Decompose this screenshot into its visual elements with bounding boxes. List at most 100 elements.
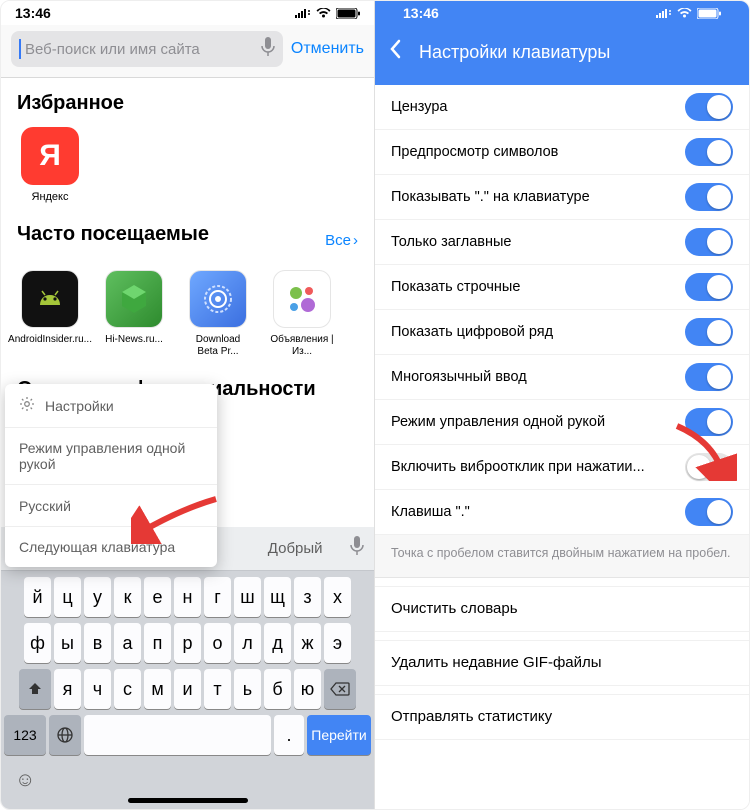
toggle-switch[interactable] [685,498,733,526]
status-time: 13:46 [15,5,51,21]
setting-row: Режим управления одной рукой [375,400,749,445]
key-е[interactable]: е [144,577,171,617]
keyboard-mic-icon[interactable] [346,536,368,561]
globe-key[interactable] [49,715,81,755]
chevron-right-icon: › [353,232,358,249]
key-ж[interactable]: ж [294,623,321,663]
key-г[interactable]: г [204,577,231,617]
go-key[interactable]: Перейти [307,715,371,755]
frequent-all-link[interactable]: Все › [325,232,358,249]
key-а[interactable]: а [114,623,141,663]
key-ц[interactable]: ц [54,577,81,617]
frequent-section: Часто посещаемые Все › AndroidInsider.ru… [1,209,374,364]
popup-settings[interactable]: Настройки [5,384,217,428]
key-ю[interactable]: ю [294,669,321,709]
popup-item-label: Режим управления одной рукой [19,440,203,472]
key-к[interactable]: к [114,577,141,617]
key-б[interactable]: б [264,669,291,709]
space-key[interactable] [84,715,271,755]
setting-row: Многоязычный ввод [375,355,749,400]
popup-next-keyboard[interactable]: Следующая клавиатура [5,527,217,567]
keyboard: с Добрый йцукенгшщзх фывапролджэ ячсмить… [1,527,374,810]
mic-icon[interactable] [261,37,275,61]
status-bar: 13:46 [1,1,374,25]
key-я[interactable]: я [54,669,81,709]
setting-label: Показать цифровой ряд [391,324,553,340]
key-ч[interactable]: ч [84,669,111,709]
key-р[interactable]: р [174,623,201,663]
dot-key[interactable]: . [274,715,304,755]
cellular-icon [656,8,672,18]
key-н[interactable]: н [174,577,201,617]
action-row[interactable]: Отправлять статистику [375,694,749,740]
key-т[interactable]: т [204,669,231,709]
key-у[interactable]: у [84,577,111,617]
check-icon: ✓ [191,497,203,514]
toggle-switch[interactable] [685,273,733,301]
battery-icon [336,8,360,19]
setting-row: Предпросмотр символов [375,130,749,175]
status-icons [295,8,360,19]
numbers-key[interactable]: 123 [4,715,46,755]
frequent-item[interactable]: Объявления | Из... [269,270,335,358]
setting-row: Показать строчные [375,265,749,310]
key-п[interactable]: п [144,623,171,663]
key-з[interactable]: з [294,577,321,617]
frequent-item[interactable]: Hi-News.ru... [101,270,167,358]
popup-russian[interactable]: Русский ✓ [5,485,217,527]
search-row: Веб-поиск или имя сайта Отменить [1,25,374,78]
setting-row: Показать цифровой ряд [375,310,749,355]
androidinsider-icon [21,270,79,328]
key-д[interactable]: д [264,623,291,663]
toggle-switch[interactable] [685,183,733,211]
key-о[interactable]: о [204,623,231,663]
key-м[interactable]: м [144,669,171,709]
popup-onehand[interactable]: Режим управления одной рукой [5,428,217,485]
toggle-switch[interactable] [685,453,733,481]
key-в[interactable]: в [84,623,111,663]
key-л[interactable]: л [234,623,261,663]
suggest-right[interactable]: Добрый [244,540,346,557]
key-с[interactable]: с [114,669,141,709]
favorite-label: Яндекс [32,191,69,203]
frequent-item[interactable]: Download Beta Pr... [185,270,251,358]
toggle-switch[interactable] [685,408,733,436]
toggle-switch[interactable] [685,138,733,166]
setting-label: Включить виброотклик при нажатии... [391,459,645,475]
hinews-icon [105,270,163,328]
key-ш[interactable]: ш [234,577,261,617]
key-х[interactable]: х [324,577,351,617]
downloadbeta-icon [189,270,247,328]
emoji-key[interactable]: ☺ [15,769,35,792]
setting-label: Только заглавные [391,234,512,250]
action-row[interactable]: Очистить словарь [375,586,749,632]
key-й[interactable]: й [24,577,51,617]
frequent-item[interactable]: AndroidInsider.ru... [17,270,83,358]
key-э[interactable]: э [324,623,351,663]
toggle-switch[interactable] [685,318,733,346]
backspace-key[interactable] [324,669,356,709]
shift-key[interactable] [19,669,51,709]
status-time: 13:46 [403,5,439,21]
favorite-item[interactable]: Я Яндекс [17,127,83,203]
cancel-button[interactable]: Отменить [291,40,364,58]
toggle-switch[interactable] [685,228,733,256]
key-щ[interactable]: щ [264,577,291,617]
avito-icon [273,270,331,328]
toggle-switch[interactable] [685,93,733,121]
status-icons [656,8,721,19]
search-input[interactable]: Веб-поиск или имя сайта [11,31,283,67]
key-ы[interactable]: ы [54,623,81,663]
toggle-switch[interactable] [685,363,733,391]
setting-row: Цензура [375,85,749,130]
key-и[interactable]: и [174,669,201,709]
back-button[interactable] [389,39,401,65]
action-row[interactable]: Удалить недавние GIF-файлы [375,640,749,686]
key-ь[interactable]: ь [234,669,261,709]
frequent-label: Hi-News.ru... [105,334,163,346]
setting-label: Цензура [391,99,448,115]
popup-item-label: Следующая клавиатура [19,539,175,555]
key-ф[interactable]: ф [24,623,51,663]
setting-label: Показать строчные [391,279,520,295]
settings-list: ЦензураПредпросмотр символовПоказывать "… [375,85,749,535]
